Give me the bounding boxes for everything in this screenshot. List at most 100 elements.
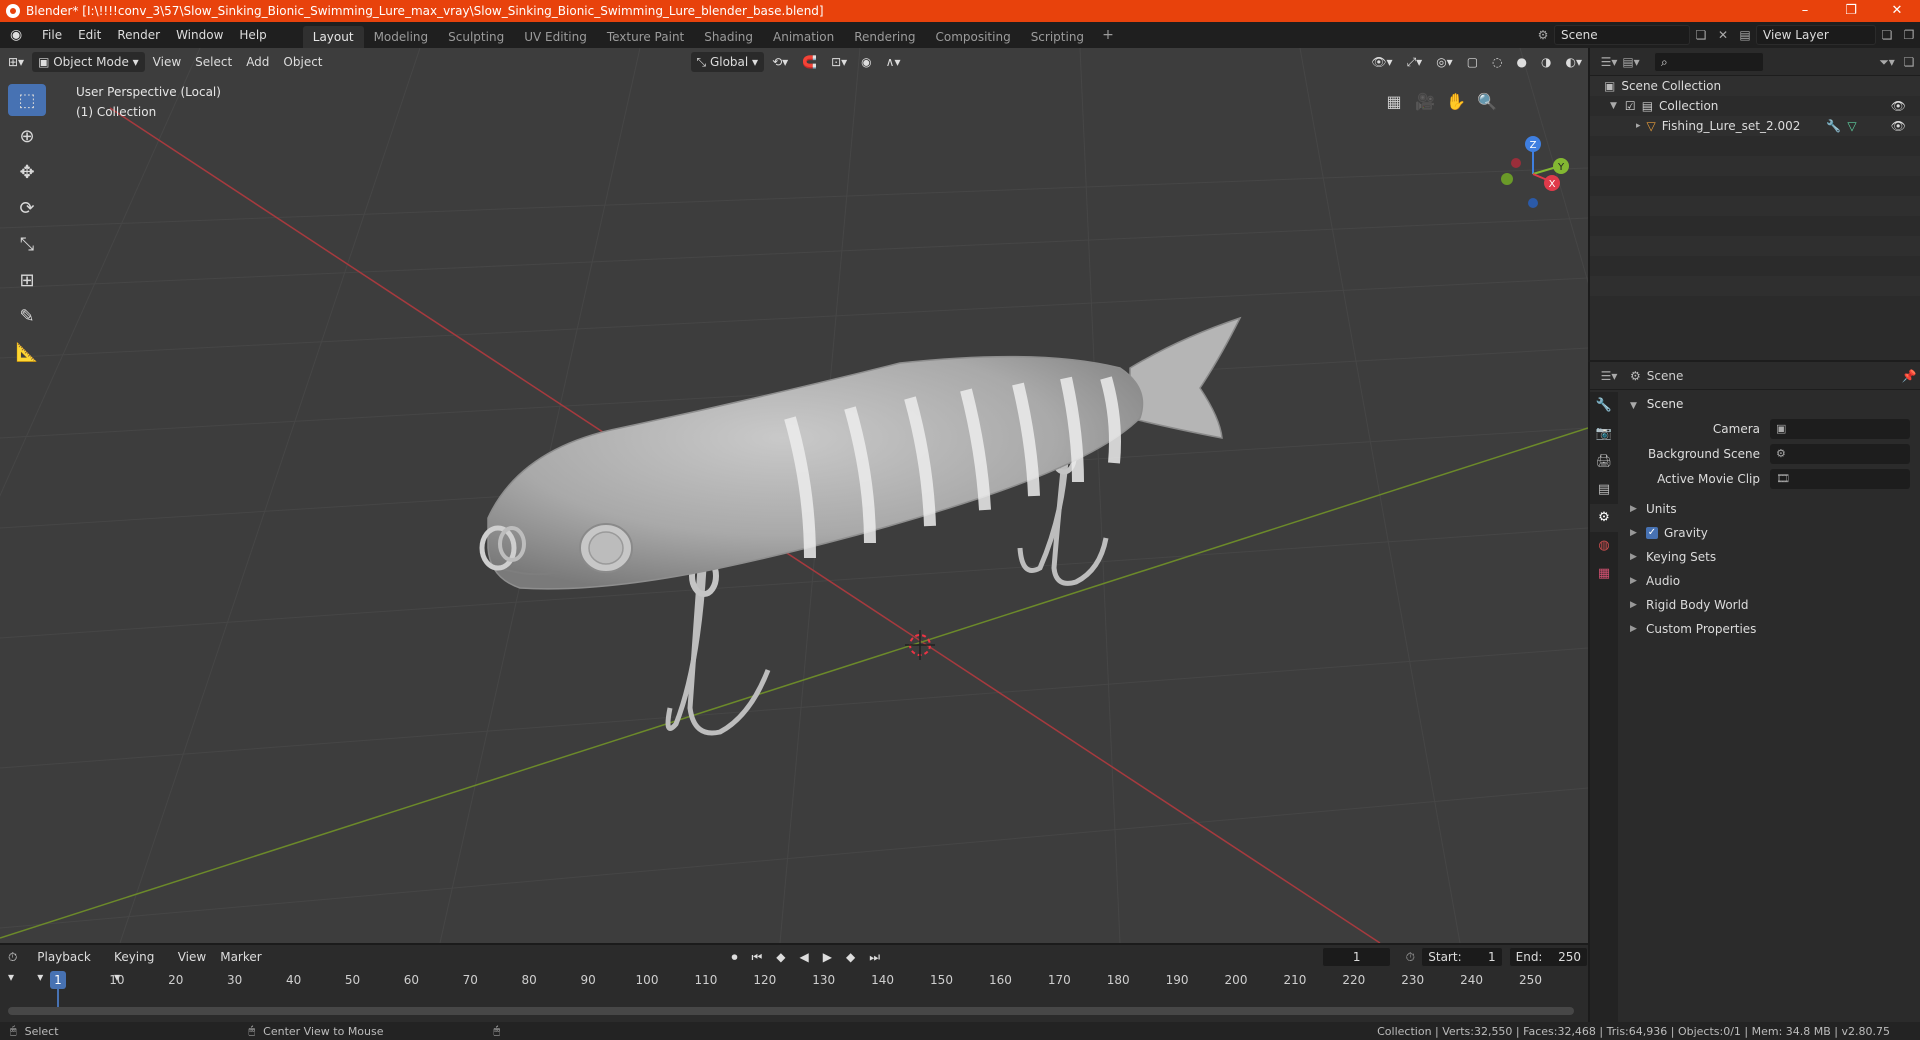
minimize-button[interactable]: – bbox=[1782, 0, 1828, 22]
camera-view-icon[interactable]: 🎥 bbox=[1411, 88, 1439, 116]
measure-tool-icon[interactable]: 📐 bbox=[8, 336, 46, 368]
audio-panel[interactable]: ▶ Audio bbox=[1620, 569, 1920, 593]
start-frame-field[interactable]: Start: 1 bbox=[1421, 947, 1503, 967]
menu-window[interactable]: Window bbox=[168, 22, 231, 48]
prev-keyframe-icon[interactable]: ◆ bbox=[770, 947, 791, 967]
wireframe-shading-icon[interactable]: ◌ bbox=[1486, 52, 1508, 72]
timeline-editor-icon[interactable]: ⏱▾ bbox=[2, 947, 29, 984]
end-frame-field[interactable]: End: 250 bbox=[1508, 947, 1589, 967]
units-panel[interactable]: ▶ Units bbox=[1620, 497, 1920, 521]
tab-animation[interactable]: Animation bbox=[763, 26, 844, 48]
outliner-editor-icon[interactable]: ☰▾ bbox=[1600, 53, 1618, 71]
mode-dropdown[interactable]: ▣ Object Mode ▾ bbox=[32, 52, 145, 72]
gizmo-neg-y[interactable] bbox=[1501, 173, 1513, 185]
tab-compositing[interactable]: Compositing bbox=[925, 26, 1020, 48]
tab-scripting[interactable]: Scripting bbox=[1021, 26, 1094, 48]
keying-sets-panel[interactable]: ▶ Keying Sets bbox=[1620, 545, 1920, 569]
tool-tab-icon[interactable]: 🔧 bbox=[1590, 392, 1618, 420]
eye-icon[interactable]: 👁 bbox=[1891, 96, 1906, 116]
menu-edit[interactable]: Edit bbox=[70, 22, 109, 48]
output-tab-icon[interactable]: 🖨 bbox=[1590, 448, 1618, 476]
new-collection-icon[interactable]: ❏ bbox=[1900, 53, 1918, 71]
display-mode-icon[interactable]: ▤▾ bbox=[1622, 53, 1640, 71]
mesh-data-icon[interactable]: ▽ bbox=[1847, 116, 1856, 136]
proportional-edit-icon[interactable]: ◉ bbox=[855, 52, 877, 72]
view-layer-icon[interactable]: ▤ bbox=[1736, 26, 1754, 44]
snap-icon[interactable]: 🧲 bbox=[796, 52, 823, 72]
cursor-tool-icon[interactable]: ⊕ bbox=[8, 120, 46, 152]
modifier-wrench-icon[interactable]: 🔧 bbox=[1826, 116, 1841, 136]
select-box-tool-icon[interactable]: ⬚ bbox=[8, 84, 46, 116]
scene-icon[interactable]: ⚙ bbox=[1534, 26, 1552, 44]
eye-icon[interactable]: 👁 bbox=[1891, 116, 1906, 136]
xray-icon[interactable]: ▢ bbox=[1461, 52, 1484, 72]
rotate-tool-icon[interactable]: ⟳ bbox=[8, 192, 46, 224]
filter-icon[interactable]: ⏷▾ bbox=[1878, 53, 1896, 71]
scale-tool-icon[interactable]: ⤡ bbox=[8, 228, 46, 260]
background-scene-field[interactable]: ⚙ bbox=[1770, 443, 1910, 464]
play-icon[interactable]: ▶ bbox=[817, 947, 838, 967]
view-layer-field[interactable]: View Layer bbox=[1756, 25, 1876, 45]
menu-add[interactable]: Add bbox=[240, 52, 275, 72]
active-movie-clip-field[interactable]: 🎞 bbox=[1770, 468, 1910, 489]
scene-panel-header[interactable]: ▼ Scene bbox=[1620, 392, 1920, 416]
navigation-gizmo[interactable]: Z Y X bbox=[1501, 136, 1569, 208]
menu-help[interactable]: Help bbox=[231, 22, 274, 48]
fishing-lure-model[interactable] bbox=[479, 316, 1242, 736]
menu-marker[interactable]: Marker bbox=[214, 947, 267, 967]
tab-layout[interactable]: Layout bbox=[302, 26, 364, 48]
menu-object[interactable]: Object bbox=[277, 52, 328, 72]
menu-playback[interactable]: Playback ▾ bbox=[31, 947, 106, 984]
tab-sculpting[interactable]: Sculpting bbox=[438, 26, 514, 48]
menu-timeline-view[interactable]: View bbox=[172, 947, 212, 967]
gizmo-toggle-icon[interactable]: ⤢▾ bbox=[1401, 52, 1429, 72]
texture-tab-icon[interactable]: ▦ bbox=[1590, 560, 1618, 588]
material-shading-icon[interactable]: ◑ bbox=[1535, 52, 1557, 72]
properties-editor-icon[interactable]: ☰▾ bbox=[1600, 367, 1618, 385]
collection-checkbox-icon[interactable]: ☑ bbox=[1625, 96, 1636, 116]
jump-end-icon[interactable]: ⏭ bbox=[863, 947, 886, 967]
menu-select[interactable]: Select bbox=[189, 52, 238, 72]
gizmo-neg-x[interactable] bbox=[1511, 158, 1521, 168]
falloff-icon[interactable]: ∧▾ bbox=[880, 52, 907, 72]
gravity-checkbox[interactable]: ✓ bbox=[1646, 527, 1658, 539]
timeline-ruler[interactable]: 1 10 20 30 40 50 60 70 80 90 100 110 120 130 140 150 16… bbox=[0, 971, 1588, 991]
delete-view-layer-icon[interactable]: ❐ bbox=[1900, 26, 1918, 44]
gravity-panel[interactable]: ▶ ✓ Gravity bbox=[1620, 521, 1920, 545]
zoom-icon[interactable]: 🔍 bbox=[1473, 88, 1501, 116]
timeline-scrollbar[interactable] bbox=[8, 1007, 1574, 1015]
pan-hand-icon[interactable]: ✋ bbox=[1442, 88, 1470, 116]
solid-shading-icon[interactable]: ● bbox=[1511, 52, 1533, 72]
record-button-icon[interactable]: ⏺ bbox=[725, 947, 743, 967]
orientation-dropdown[interactable]: ⤡ Global ▾ bbox=[690, 52, 765, 72]
add-workspace-button[interactable]: + bbox=[1094, 27, 1122, 43]
blender-menu-icon[interactable]: ◉ bbox=[10, 26, 28, 44]
preview-range-icon[interactable]: ⏱ bbox=[1401, 948, 1419, 966]
current-frame-indicator[interactable]: 1 bbox=[50, 971, 66, 989]
next-keyframe-icon[interactable]: ◆ bbox=[840, 947, 861, 967]
render-tab-icon[interactable]: 📷 bbox=[1590, 420, 1618, 448]
outliner-row-scene-collection[interactable]: ▣ Scene Collection bbox=[1590, 76, 1920, 96]
3d-viewport[interactable]: Z Y X ⊞▾ ▣ Object Mode ▾ View Select Add… bbox=[0, 48, 1588, 943]
scene-tab-icon[interactable]: ⚙ bbox=[1590, 504, 1618, 532]
tab-texture-paint[interactable]: Texture Paint bbox=[597, 26, 694, 48]
view-layer-tab-icon[interactable]: ▤ bbox=[1590, 476, 1618, 504]
gizmo-neg-z[interactable] bbox=[1528, 198, 1538, 208]
menu-view[interactable]: View bbox=[147, 52, 187, 72]
play-reverse-icon[interactable]: ◀ bbox=[794, 947, 815, 967]
pin-icon[interactable]: 📌 bbox=[1900, 367, 1918, 385]
outliner-row-fishing-lure[interactable]: ▸ ▽ Fishing_Lure_set_2.002 🔧 ▽ 👁 bbox=[1590, 116, 1920, 136]
rendered-shading-icon[interactable]: ◐▾ bbox=[1560, 52, 1589, 72]
delete-scene-icon[interactable]: ✕ bbox=[1714, 26, 1732, 44]
scene-field[interactable]: Scene bbox=[1554, 25, 1690, 45]
pivot-icon[interactable]: ⟲▾ bbox=[766, 52, 794, 72]
menu-keying[interactable]: Keying ▾ bbox=[108, 947, 170, 984]
new-view-layer-icon[interactable]: ❏ bbox=[1878, 26, 1896, 44]
world-tab-icon[interactable]: ◍ bbox=[1590, 532, 1618, 560]
overlay-icon[interactable]: ◎▾ bbox=[1430, 52, 1459, 72]
tab-shading[interactable]: Shading bbox=[694, 26, 763, 48]
camera-field[interactable]: ▣ bbox=[1770, 418, 1910, 439]
tab-uv-editing[interactable]: UV Editing bbox=[514, 26, 597, 48]
expand-arrow-icon[interactable]: ▸ bbox=[1636, 116, 1641, 136]
move-tool-icon[interactable]: ✥ bbox=[8, 156, 46, 188]
